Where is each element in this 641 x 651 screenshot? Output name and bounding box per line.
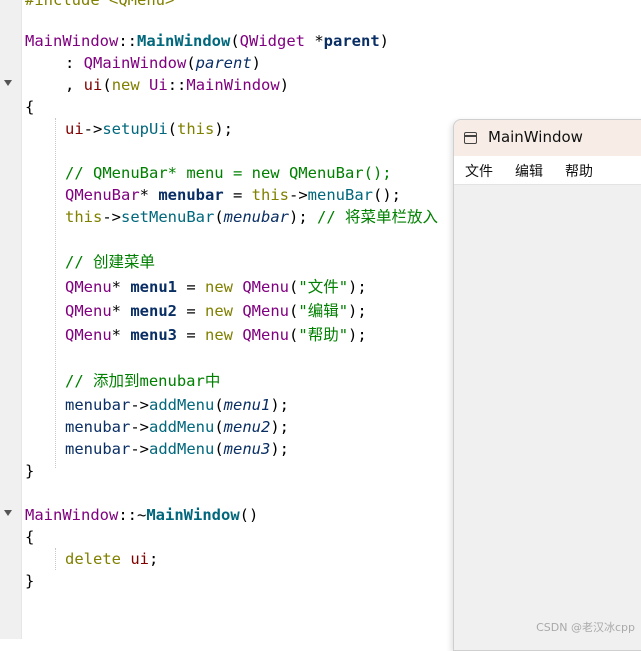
code-line: QMenu* menu2 = new QMenu("编辑"); [65, 302, 367, 320]
code-line: // 创建菜单 [65, 253, 155, 271]
watermark: CSDN @老汉冰cpp [536, 621, 635, 634]
menu-bar: 文件 编辑 帮助 [454, 156, 641, 185]
code-line: delete ui; [65, 550, 159, 568]
editor-gutter [0, 0, 22, 639]
fold-marker-icon[interactable] [4, 510, 12, 516]
menu-help[interactable]: 帮助 [565, 161, 593, 181]
code-line: : QMainWindow(parent) [65, 54, 262, 72]
code-line: MainWindow::~MainWindow() [25, 506, 259, 524]
window-icon [464, 132, 477, 144]
indent-guide [55, 548, 56, 570]
code-line: , ui(new Ui::MainWindow) [65, 76, 290, 94]
code-line: menubar->addMenu(menu1); [65, 396, 290, 414]
code-line: ui->setupUi(this); [65, 120, 234, 138]
code-line: menubar->addMenu(menu3); [65, 440, 290, 458]
code-line: { [25, 528, 35, 546]
code-line: } [25, 572, 35, 590]
menu-edit[interactable]: 编辑 [515, 161, 543, 181]
code-line: menubar->addMenu(menu2); [65, 418, 290, 436]
code-line: } [25, 462, 35, 480]
code-line: QMenuBar* menubar = this->menuBar(); [65, 186, 401, 204]
indent-guide [55, 118, 56, 468]
window-title: MainWindow [488, 128, 583, 146]
main-window[interactable]: MainWindow 文件 编辑 帮助 [453, 119, 641, 651]
code-line: QMenu* menu3 = new QMenu("帮助"); [65, 326, 367, 344]
code-line: // 添加到menubar中 [65, 372, 221, 390]
code-line: #include <QMenu> [25, 0, 175, 9]
code-line: this->setMenuBar(menubar); // 将菜单栏放入 [65, 208, 438, 226]
window-titlebar[interactable]: MainWindow [454, 120, 641, 156]
menu-file[interactable]: 文件 [465, 161, 493, 181]
code-line: { [25, 98, 35, 116]
code-line: MainWindow::MainWindow(QWidget *parent) [25, 32, 390, 50]
fold-marker-icon[interactable] [4, 80, 12, 86]
code-line: QMenu* menu1 = new QMenu("文件"); [65, 278, 367, 296]
code-line: // QMenuBar* menu = new QMenuBar(); [65, 164, 392, 182]
